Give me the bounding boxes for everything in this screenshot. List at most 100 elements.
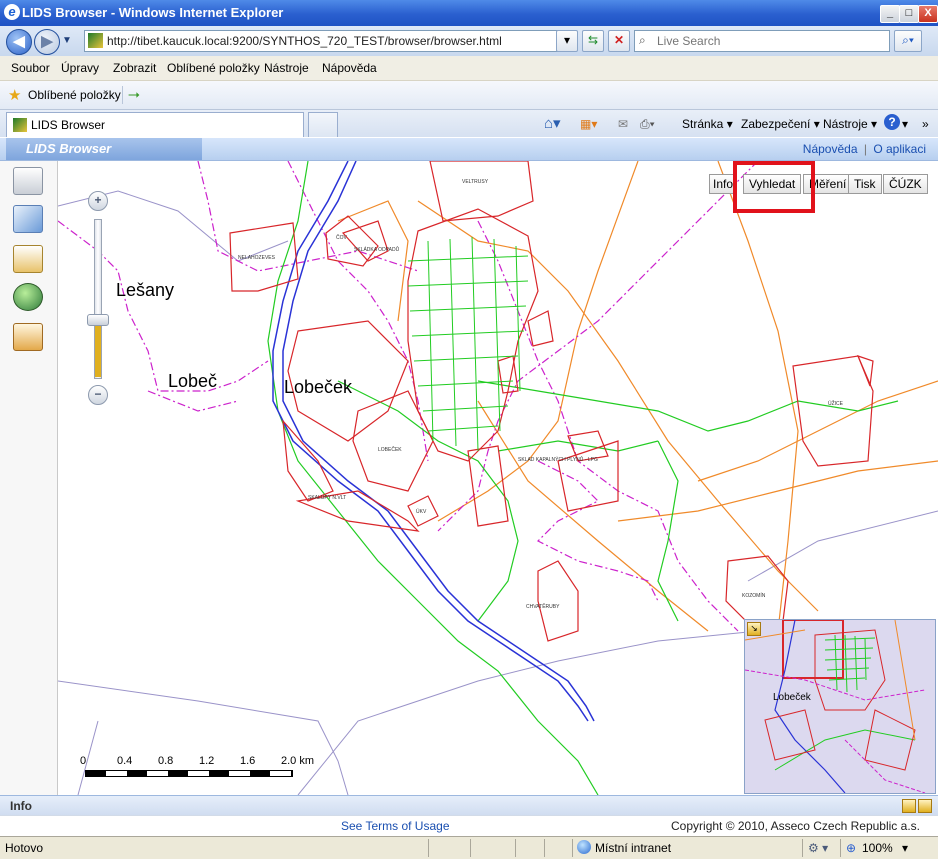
scale-tick-4: 1.6 [240,755,256,767]
scale-tick-1: 0.4 [117,755,133,767]
menu-item-soubor[interactable]: Soubor [11,61,50,75]
zoom-level[interactable]: 100% [862,841,893,855]
layers-icon[interactable] [13,167,43,195]
status-bar: Hotovo Místní intranet ⚙ ▾ ⊕ 100% ▾ [0,836,938,859]
minimize-button[interactable]: _ [880,5,900,23]
menu-item-nastroje[interactable]: Nástroje [264,61,309,75]
status-separator-2 [470,839,471,857]
cmd-stranka-label: Stránka [682,117,724,131]
terms-link[interactable]: See Terms of Usage [341,819,450,833]
add-favorite-icon[interactable]: ⭢ [128,86,140,103]
favorites-star-icon: ★ [8,87,22,104]
search-highlight-box [733,161,815,213]
app-links: Nápověda | O aplikaci [803,142,926,156]
intranet-globe-icon [577,840,591,854]
scale-bar: 0 0.4 0.8 1.2 1.6 2.0 km [80,755,320,769]
help-icon[interactable]: ? [884,114,900,130]
maximize-panel-icon[interactable] [918,799,932,813]
close-button[interactable]: X [918,5,938,23]
globe-search-icon[interactable] [13,283,43,311]
address-url-text: http://tibet.kaucuk.local:9200/SYNTHOS_7… [107,34,502,48]
help-dropdown-icon[interactable]: ▾ [902,117,908,131]
site-icon [88,33,103,48]
search-box[interactable]: ⌕ [634,30,890,52]
footer: See Terms of Usage Copyright © 2010, Ass… [0,815,938,836]
links-separator: | [863,142,867,156]
status-separator-1 [428,839,429,857]
cuzk-tool-button[interactable]: ČÚZK [883,174,928,194]
help-link[interactable]: Nápověda [803,142,858,156]
cmd-stranka[interactable]: Stránka ▾ [682,117,733,131]
print-tool-icon[interactable] [13,245,43,273]
tab-bar: LIDS Browser ⌂▾ ▦▾ ✉ ⎙▾ Stránka ▾ Zabezp… [0,110,938,137]
rss-feed-icon[interactable]: ▦▾ [580,117,597,131]
address-row: ◀ ▶ ▼ http://tibet.kaucuk.local:9200/SYN… [0,26,938,56]
map-label-skladka: SKLÁDKA ODPADŮ [354,246,400,253]
overview-map[interactable]: ↘ Lobeček [744,619,936,794]
status-separator-5 [572,839,573,857]
cmd-zabezpeceni-label: Zabezpečení [741,117,811,131]
zoom-slider-handle[interactable] [87,314,109,326]
info-panel-bar: Info [0,795,938,816]
menu-bar: Soubor Úpravy Zobrazit Oblíbené položky … [0,56,938,81]
search-input[interactable] [655,33,884,49]
about-link[interactable]: O aplikaci [873,142,926,156]
tab-lids-browser[interactable]: LIDS Browser [6,112,304,137]
zoom-icon[interactable]: ⊕ [846,841,856,855]
map-label-uzice: ÚŽICE [828,399,844,407]
home-icon[interactable]: ⌂▾ [544,114,561,132]
status-separator-3 [515,839,516,857]
history-dropdown-icon[interactable]: ▼ [62,35,72,46]
map-view[interactable]: VELTRUSY NELAHOZEVES ČOV SKLÁDKA ODPADŮ … [58,161,938,795]
map-label-ukv: ÚKV [416,508,427,515]
maximize-button[interactable]: □ [899,5,919,23]
print-icon[interactable]: ⎙▾ [640,117,655,132]
forward-button[interactable]: ▶ [34,29,60,55]
menu-item-oblibene[interactable]: Oblíbené položky [167,61,260,75]
menu-item-zobrazit[interactable]: Zobrazit [113,61,156,75]
left-toolbar [0,161,58,795]
print-tool-button[interactable]: Tisk [848,174,882,194]
info-panel-title: Info [10,799,32,813]
scale-tick-3: 1.2 [199,755,215,767]
map-label-lobecek: LOBEČEK [378,446,402,453]
status-text: Hotovo [5,841,44,855]
title-bar: e LIDS Browser - Windows Internet Explor… [0,0,938,26]
map-label-kozomin: KOZOMÍN [742,592,766,599]
checklist-icon[interactable] [13,323,43,351]
menu-item-napoveda[interactable]: Nápověda [322,61,377,75]
overview-label: Lobeček [773,692,811,703]
protected-mode-icon[interactable]: ⚙ ▾ [808,841,828,855]
menu-item-upravy[interactable]: Úpravy [61,61,99,75]
back-button[interactable]: ◀ [6,29,32,55]
mail-icon[interactable]: ✉ [618,117,628,131]
place-name-lobecek: Lobeček [284,377,353,397]
chevron-right-icon[interactable]: » [922,117,929,131]
cmd-nastroje-label: Nástroje [823,117,868,131]
map-label-sklad-lpg: SKLAD KAPALNÝCH PLYNŮ - LPG [518,456,598,463]
tab-site-icon [13,118,27,132]
cmd-nastroje[interactable]: Nástroje ▾ [823,117,877,131]
search-go-button[interactable]: ⌕▾ [894,30,922,52]
map-label-chvateruby: CHVATĚRUBY [526,602,560,610]
address-input[interactable]: http://tibet.kaucuk.local:9200/SYNTHOS_7… [84,30,576,52]
favorites-button[interactable]: Oblíbené položky [28,88,121,102]
zoom-in-button[interactable]: + [88,191,108,211]
scale-tick-2: 0.8 [158,755,174,767]
map-label-cov: ČOV [336,234,348,241]
overview-canvas [745,620,926,793]
zoom-out-button[interactable]: − [88,385,108,405]
favorites-bar: ★ Oblíbené položky ⭢ [0,81,938,110]
scale-tick-5: 2.0 km [281,755,315,767]
restore-panel-icon[interactable] [902,799,916,813]
stop-button[interactable]: ✕ [608,30,630,52]
copyright-text: Copyright © 2010, Asseco Czech Republic … [671,819,920,833]
zoom-dropdown-icon[interactable]: ▾ [902,841,908,855]
cmd-zabezpeceni[interactable]: Zabezpečení ▾ [741,117,820,131]
map-label-nelahozeves: NELAHOZEVES [238,255,276,261]
refresh-button[interactable]: ⇆ [582,30,604,52]
edit-map-icon[interactable] [13,205,43,233]
address-dropdown-button[interactable]: ▾ [556,30,578,52]
new-tab-button[interactable] [308,112,338,137]
security-zone-text: Místní intranet [595,841,672,855]
